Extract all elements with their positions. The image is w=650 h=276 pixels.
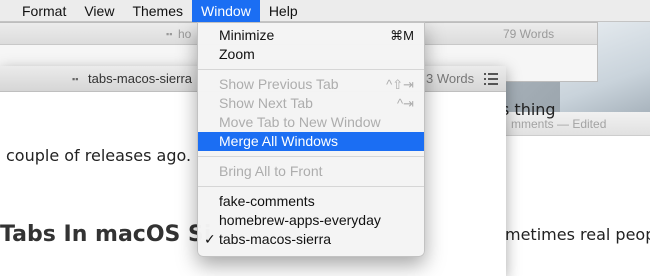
menu-item-homebrew-apps-everyday[interactable]: homebrew-apps-everyday — [198, 211, 424, 230]
menu-item-label: homebrew-apps-everyday — [219, 212, 381, 228]
menu-item-move-tab-to-new-window: Move Tab to New Window — [198, 113, 424, 132]
shortcut-label: ^⇥ — [397, 96, 414, 111]
menu-window[interactable]: Window — [192, 0, 260, 22]
menu-item-label: Merge All Windows — [219, 133, 339, 149]
document-text-line: couple of releases ago. — [6, 146, 192, 165]
list-icon[interactable] — [484, 73, 498, 85]
menu-item-label: Minimize — [219, 27, 275, 43]
menu-item-label: Bring All to Front — [219, 163, 323, 179]
menu-item-label: fake-comments — [219, 193, 315, 209]
menu-item-merge-all-windows[interactable]: Merge All Windows — [198, 132, 424, 151]
shortcut-label: ⌘M — [390, 28, 414, 43]
menu-item-label: tabs-macos-sierra — [219, 231, 332, 247]
back-window-word-count: 79 Words — [503, 27, 555, 41]
menu-separator — [198, 69, 424, 70]
comments-text-line: s thing — [501, 100, 556, 119]
document-icon: ▪▪ — [166, 29, 173, 39]
main-window-title: tabs-macos-sierra — [88, 71, 193, 86]
main-window-word-count: 3 Words — [426, 71, 475, 86]
comments-text-line-2: metimes real peopl — [505, 225, 650, 244]
comments-window-title: mments — Edited — [511, 117, 607, 131]
menu-item-tabs-macos-sierra[interactable]: ✓ tabs-macos-sierra — [198, 230, 424, 249]
back-window-title: ho — [178, 27, 192, 41]
menu-item-show-next-tab: Show Next Tab ^⇥ — [198, 94, 424, 113]
menu-item-label: Zoom — [219, 46, 255, 62]
checkmark-icon: ✓ — [204, 231, 216, 247]
menu-item-zoom[interactable]: Zoom — [198, 45, 424, 64]
comments-document-window[interactable]: s thing mments — Edited metimes real peo… — [500, 100, 650, 276]
menu-item-label: Show Next Tab — [219, 95, 313, 111]
menu-item-bring-all-to-front: Bring All to Front — [198, 162, 424, 181]
menu-separator — [198, 156, 424, 157]
menu-themes[interactable]: Themes — [123, 0, 192, 22]
menu-item-label: Move Tab to New Window — [219, 114, 381, 130]
menu-view[interactable]: View — [75, 0, 123, 22]
menu-bar: Format View Themes Window Help — [0, 0, 650, 22]
menu-item-show-previous-tab: Show Previous Tab ^⇧⇥ — [198, 75, 424, 94]
menu-format[interactable]: Format — [0, 0, 75, 22]
window-menu-dropdown: Minimize ⌘M Zoom Show Previous Tab ^⇧⇥ S… — [197, 22, 425, 257]
menu-item-label: Show Previous Tab — [219, 76, 339, 92]
menu-item-minimize[interactable]: Minimize ⌘M — [198, 26, 424, 45]
menu-help[interactable]: Help — [260, 0, 307, 22]
shortcut-label: ^⇧⇥ — [386, 77, 414, 92]
document-heading: Tabs In macOS Si — [0, 222, 212, 247]
menu-separator — [198, 186, 424, 187]
document-icon: ▪▪ — [72, 74, 79, 84]
menu-item-fake-comments[interactable]: fake-comments — [198, 192, 424, 211]
